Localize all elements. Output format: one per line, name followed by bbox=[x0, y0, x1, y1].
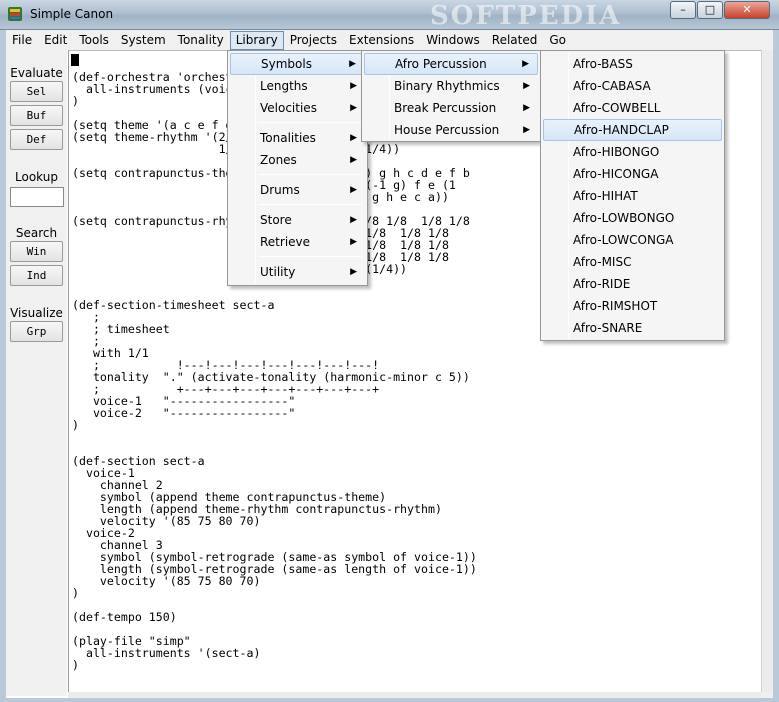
maximize-button[interactable]: □ bbox=[697, 1, 723, 19]
menu-tools[interactable]: Tools bbox=[73, 31, 115, 50]
text-cursor bbox=[71, 54, 79, 66]
lookup-label: Lookup bbox=[15, 170, 58, 184]
symbols-item-binary-rhythmics[interactable]: Binary Rhythmics ▶ bbox=[364, 75, 538, 97]
window-title: Simple Canon bbox=[30, 7, 114, 21]
visualize-label: Visualize bbox=[10, 306, 63, 320]
library-item-drums[interactable]: Drums ▶ bbox=[230, 179, 365, 201]
submenu-arrow-icon: ▶ bbox=[350, 237, 357, 247]
window-frame-bottom bbox=[0, 698, 779, 702]
menu-separator bbox=[258, 174, 362, 175]
afro-item-hibongo[interactable]: Afro-HIBONGO bbox=[543, 141, 722, 163]
afro-item-bass[interactable]: Afro-BASS bbox=[543, 53, 722, 75]
submenu-arrow-icon: ▶ bbox=[350, 81, 357, 91]
afro-item-rimshot[interactable]: Afro-RIMSHOT bbox=[543, 295, 722, 317]
menu-item-label: House Percussion bbox=[394, 123, 500, 137]
menu-file[interactable]: File bbox=[6, 31, 38, 50]
submenu-arrow-icon: ▶ bbox=[350, 155, 357, 165]
library-item-lengths[interactable]: Lengths ▶ bbox=[230, 75, 365, 97]
menu-item-label: Tonalities bbox=[260, 131, 316, 145]
menu-separator bbox=[258, 204, 362, 205]
menu-item-label: Velocities bbox=[260, 101, 317, 115]
evaluate-label: Evaluate bbox=[10, 66, 63, 80]
submenu-arrow-icon: ▶ bbox=[350, 215, 357, 225]
lookup-input[interactable] bbox=[10, 187, 64, 207]
afro-item-lowbongo[interactable]: Afro-LOWBONGO bbox=[543, 207, 722, 229]
symbols-item-house-percussion[interactable]: House Percussion ▶ bbox=[364, 119, 538, 141]
submenu-arrow-icon: ▶ bbox=[522, 59, 529, 69]
menu-edit[interactable]: Edit bbox=[38, 31, 73, 50]
close-button[interactable]: ✕ bbox=[724, 1, 770, 19]
library-item-symbols[interactable]: Symbols ▶ bbox=[230, 53, 365, 75]
afro-item-ride[interactable]: Afro-RIDE bbox=[543, 273, 722, 295]
afro-item-snare[interactable]: Afro-SNARE bbox=[543, 317, 722, 339]
sel-button[interactable]: Sel bbox=[10, 81, 63, 102]
menu-tonality[interactable]: Tonality bbox=[172, 31, 230, 50]
afro-item-hihat[interactable]: Afro-HIHAT bbox=[543, 185, 722, 207]
submenu-arrow-icon: ▶ bbox=[523, 81, 530, 91]
submenu-arrow-icon: ▶ bbox=[349, 59, 356, 69]
menu-go[interactable]: Go bbox=[543, 31, 572, 50]
menu-item-label: Zones bbox=[260, 153, 297, 167]
library-item-zones[interactable]: Zones ▶ bbox=[230, 149, 365, 171]
menu-library[interactable]: Library bbox=[229, 30, 284, 50]
afro-item-hiconga[interactable]: Afro-HICONGA bbox=[543, 163, 722, 185]
menu-bar: File Edit Tools System Tonality Library … bbox=[6, 30, 773, 50]
win-button[interactable]: Win bbox=[10, 241, 63, 262]
library-item-utility[interactable]: Utility ▶ bbox=[230, 261, 365, 283]
afro-percussion-submenu: Afro-BASS Afro-CABASA Afro-COWBELL Afro-… bbox=[540, 50, 725, 341]
menu-separator bbox=[258, 256, 362, 257]
vertical-scrollbar[interactable] bbox=[761, 50, 773, 692]
menu-item-label: Symbols bbox=[261, 57, 312, 71]
horizontal-scrollbar[interactable] bbox=[68, 692, 761, 698]
app-icon bbox=[8, 7, 22, 21]
grp-button[interactable]: Grp bbox=[10, 321, 63, 342]
ind-button[interactable]: Ind bbox=[10, 265, 63, 286]
buf-button[interactable]: Buf bbox=[10, 105, 63, 126]
symbols-item-break-percussion[interactable]: Break Percussion ▶ bbox=[364, 97, 538, 119]
library-item-velocities[interactable]: Velocities ▶ bbox=[230, 97, 365, 119]
menu-item-label: Break Percussion bbox=[394, 101, 497, 115]
window-frame-right bbox=[773, 30, 779, 702]
watermark: SOFTPEDIA bbox=[430, 1, 622, 31]
title-bar[interactable]: Simple Canon SOFTPEDIA – □ ✕ bbox=[0, 0, 779, 31]
symbols-item-afro-percussion[interactable]: Afro Percussion ▶ bbox=[364, 53, 538, 75]
menu-related[interactable]: Related bbox=[486, 31, 544, 50]
menu-item-label: Utility bbox=[260, 265, 296, 279]
submenu-arrow-icon: ▶ bbox=[350, 133, 357, 143]
afro-item-lowconga[interactable]: Afro-LOWCONGA bbox=[543, 229, 722, 251]
search-label: Search bbox=[15, 226, 58, 240]
menu-item-label: Store bbox=[260, 213, 292, 227]
library-menu: Symbols ▶ Lengths ▶ Velocities ▶ Tonalit… bbox=[227, 50, 368, 286]
afro-item-misc[interactable]: Afro-MISC bbox=[543, 251, 722, 273]
library-item-retrieve[interactable]: Retrieve ▶ bbox=[230, 231, 365, 253]
submenu-arrow-icon: ▶ bbox=[523, 125, 530, 135]
menu-projects[interactable]: Projects bbox=[284, 31, 343, 50]
menu-windows[interactable]: Windows bbox=[420, 31, 486, 50]
afro-item-cowbell[interactable]: Afro-COWBELL bbox=[543, 97, 722, 119]
menu-separator bbox=[258, 122, 362, 123]
submenu-arrow-icon: ▶ bbox=[350, 267, 357, 277]
menu-system[interactable]: System bbox=[115, 31, 172, 50]
submenu-arrow-icon: ▶ bbox=[350, 103, 357, 113]
menu-item-label: Lengths bbox=[260, 79, 308, 93]
afro-item-cabasa[interactable]: Afro-CABASA bbox=[543, 75, 722, 97]
menu-item-label: Drums bbox=[260, 183, 300, 197]
menu-item-label: Binary Rhythmics bbox=[394, 79, 500, 93]
menu-item-label: Retrieve bbox=[260, 235, 311, 249]
def-button[interactable]: Def bbox=[10, 129, 63, 150]
afro-item-handclap[interactable]: Afro-HANDCLAP bbox=[543, 119, 722, 141]
minimize-button[interactable]: – bbox=[670, 1, 696, 19]
library-item-tonalities[interactable]: Tonalities ▶ bbox=[230, 127, 365, 149]
menu-extensions[interactable]: Extensions bbox=[343, 31, 420, 50]
scroll-corner bbox=[761, 692, 773, 698]
left-panel: Evaluate Sel Buf Def Lookup Search Win I… bbox=[6, 50, 67, 696]
submenu-arrow-icon: ▶ bbox=[523, 103, 530, 113]
library-item-store[interactable]: Store ▶ bbox=[230, 209, 365, 231]
symbols-submenu: Afro Percussion ▶ Binary Rhythmics ▶ Bre… bbox=[361, 50, 541, 142]
submenu-arrow-icon: ▶ bbox=[350, 185, 357, 195]
menu-item-label: Afro Percussion bbox=[395, 57, 487, 71]
